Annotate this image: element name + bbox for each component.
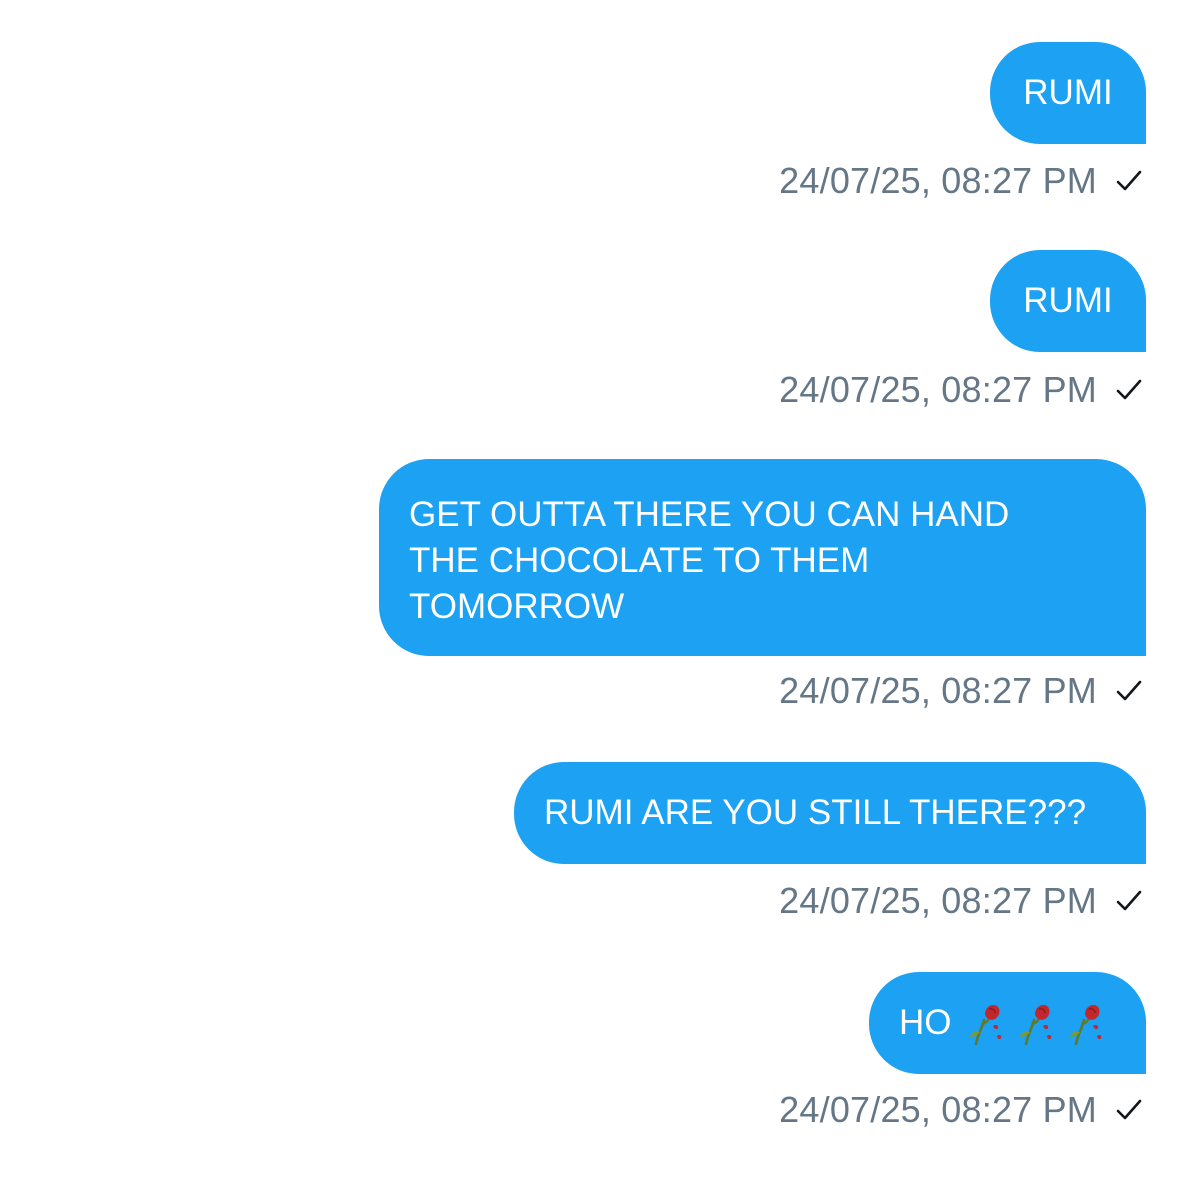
wilted-flower-icon — [1069, 1004, 1101, 1046]
message-timestamp: 24/07/25, 08:27 PM — [779, 670, 1097, 711]
wilted-flower-icon — [969, 1004, 1001, 1046]
message-timestamp: 24/07/25, 08:27 PM — [779, 369, 1097, 410]
message-text: RUMI — [1023, 73, 1113, 112]
message-bubble[interactable]: GET OUTTA THERE YOU CAN HAND THE CHOCOLA… — [379, 459, 1146, 656]
sent-check-icon — [1116, 680, 1142, 701]
sent-check-icon — [1116, 170, 1142, 191]
emoji-group — [968, 1000, 1104, 1046]
message-bubble[interactable]: RUMI ARE YOU STILL THERE??? — [514, 762, 1146, 864]
message-bubble[interactable]: HO — [869, 972, 1146, 1074]
sent-check-icon — [1116, 1099, 1142, 1120]
message-text: RUMI ARE YOU STILL THERE??? — [544, 793, 1087, 832]
message-meta: 24/07/25, 08:27 PM — [779, 666, 1143, 716]
message-meta: 24/07/25, 08:27 PM — [779, 1085, 1143, 1135]
message-bubble[interactable]: RUMI — [990, 42, 1146, 144]
message-meta: 24/07/25, 08:27 PM — [779, 365, 1143, 415]
message-timestamp: 24/07/25, 08:27 PM — [779, 880, 1097, 921]
message-text: HO — [899, 1003, 952, 1042]
message-meta: 24/07/25, 08:27 PM — [779, 156, 1143, 206]
wilted-flower-icon — [1019, 1004, 1051, 1046]
message-timestamp: 24/07/25, 08:27 PM — [779, 160, 1097, 201]
message-timestamp: 24/07/25, 08:27 PM — [779, 1089, 1097, 1130]
message-text: RUMI — [1023, 281, 1113, 320]
sent-check-icon — [1116, 890, 1142, 911]
message-meta: 24/07/25, 08:27 PM — [779, 876, 1143, 926]
message-bubble[interactable]: RUMI — [990, 250, 1146, 352]
sent-check-icon — [1116, 379, 1142, 400]
message-text: GET OUTTA THERE YOU CAN HAND THE CHOCOLA… — [409, 495, 1010, 626]
